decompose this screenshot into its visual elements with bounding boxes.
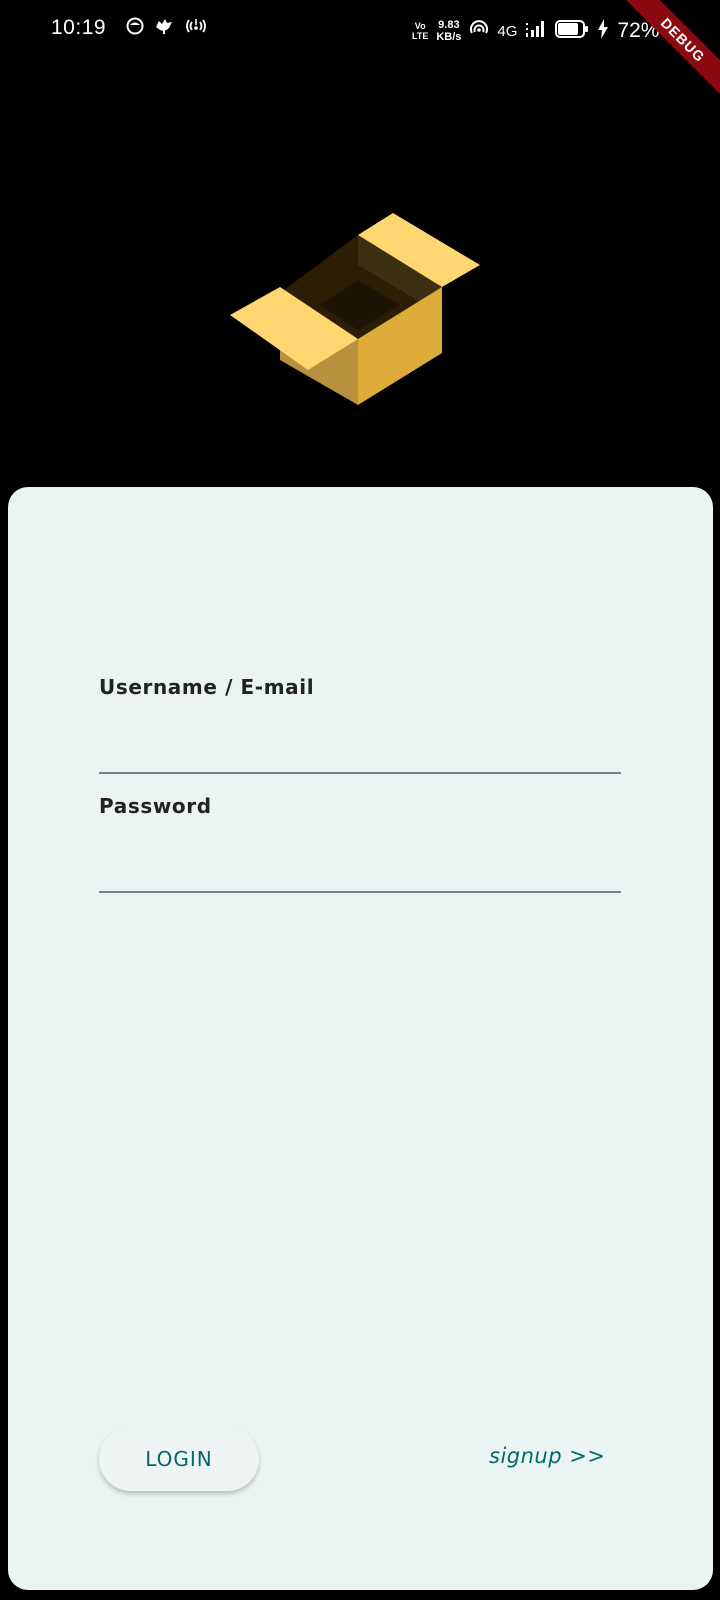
status-notification-icons	[126, 17, 208, 39]
status-time: 10:19	[51, 16, 107, 39]
bird-app-icon	[154, 17, 174, 39]
battery-icon	[555, 19, 589, 43]
network-speed: 9.83 KB/s	[436, 19, 462, 43]
volte-icon: Vo LTE	[412, 21, 429, 41]
username-input[interactable]	[99, 728, 621, 774]
hotspot-icon	[184, 17, 208, 39]
login-screen: 10:19 Vo LTE 9.83 KB/s 4G 72% DEBUG User…	[0, 0, 720, 1600]
open-box-icon	[230, 205, 490, 405]
charging-bolt-icon	[597, 19, 609, 43]
signup-link[interactable]: signup >>	[489, 1444, 605, 1468]
network-type: 4G	[497, 22, 518, 40]
login-button[interactable]: LOGIN	[99, 1427, 259, 1491]
username-label: Username / E-mail	[99, 675, 315, 699]
password-label: Password	[99, 794, 212, 818]
hotspot-signal-icon	[469, 19, 489, 43]
camera-app-icon	[126, 17, 144, 39]
login-card: Username / E-mail Password LOGIN signup …	[8, 487, 713, 1590]
password-input[interactable]	[99, 847, 621, 893]
status-system-icons: Vo LTE 9.83 KB/s 4G 72%	[412, 14, 659, 48]
cell-signal-icon	[525, 19, 547, 43]
status-bar: 10:19 Vo LTE 9.83 KB/s 4G 72%	[0, 0, 720, 62]
